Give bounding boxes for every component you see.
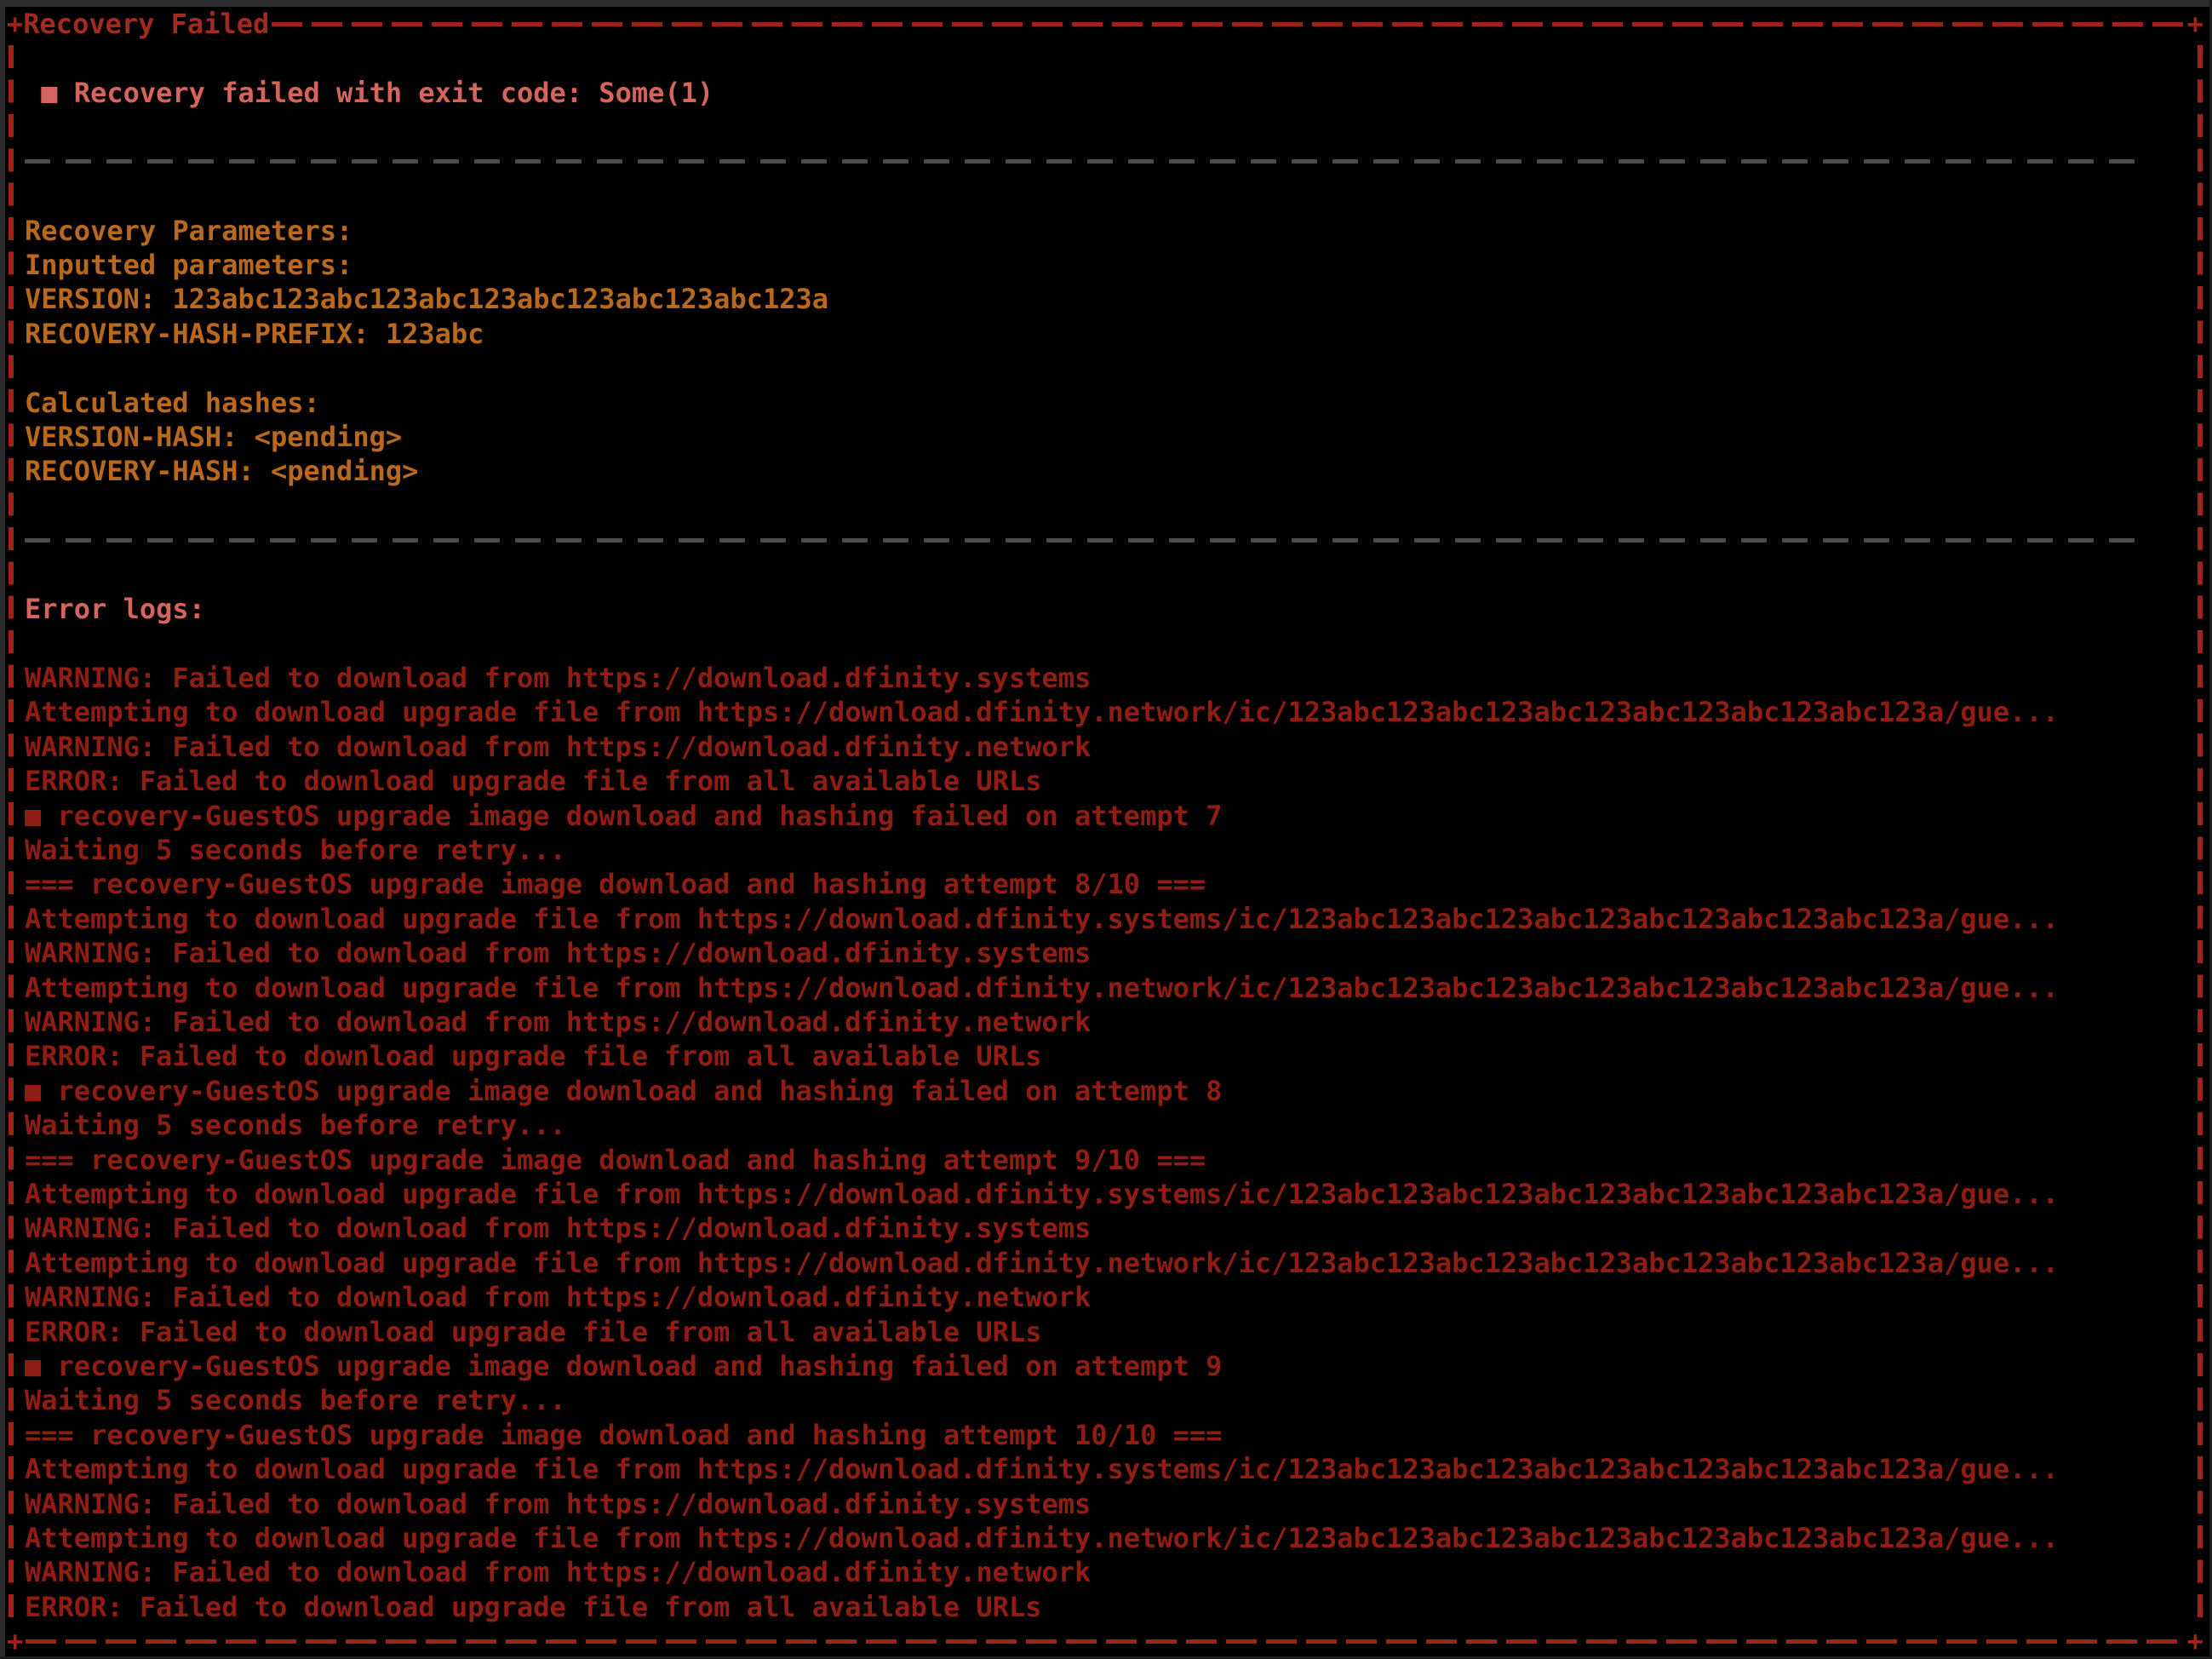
recovery-hash-prefix-line: RECOVERY-HASH-PREFIX: 123abc [5,317,2205,351]
recovery-failed-dialog: +Recovery Failed+ ■ Recovery failed with… [5,7,2205,1657]
blank-line [5,179,2205,213]
log-line: WARNING: Failed to download from https:/… [5,1280,2205,1314]
dialog-top-border: +Recovery Failed+ [5,7,2205,41]
log-line: WARNING: Failed to download from https:/… [5,936,2205,970]
separator-dashes [25,538,2147,542]
failure-message: ■ Recovery failed with exit code: Some(1… [5,76,2205,110]
log-line: Attempting to download upgrade file from… [5,1521,2205,1555]
log-line: ■ recovery-GuestOS upgrade image downloa… [5,798,2205,832]
log-line: Attempting to download upgrade file from… [5,902,2205,936]
log-line: ERROR: Failed to download upgrade file f… [5,1039,2205,1073]
blank-line [5,41,2205,75]
version-hash-line: VERSION-HASH: <pending> [5,420,2205,454]
blank-line [5,110,2205,144]
window-frame-top [0,0,2212,7]
calculated-hashes-heading: Calculated hashes: [5,385,2205,419]
inputted-parameters-heading: Inputted parameters: [5,248,2205,282]
dialog-bottom-border: ++ [5,1624,2205,1658]
log-line: WARNING: Failed to download from https:/… [5,1005,2205,1039]
log-line: ■ recovery-GuestOS upgrade image downloa… [5,1074,2205,1108]
log-line: WARNING: Failed to download from https:/… [5,730,2205,764]
log-line: === recovery-GuestOS upgrade image downl… [5,1142,2205,1176]
dialog-border-right [2198,45,2203,1622]
log-line: === recovery-GuestOS upgrade image downl… [5,867,2205,901]
separator-dashes [25,159,2147,164]
terminal-rows: +Recovery Failed+ ■ Recovery failed with… [5,7,2205,1659]
log-line: WARNING: Failed to download from https:/… [5,1555,2205,1589]
separator-line [5,523,2205,557]
recovery-parameters-heading: Recovery Parameters: [5,213,2205,247]
dialog-corner-top-left: + [7,8,23,40]
blank-line [5,489,2205,523]
log-line: Attempting to download upgrade file from… [5,1246,2205,1280]
log-line: Waiting 5 seconds before retry... [5,1383,2205,1417]
blank-line [5,351,2205,385]
separator-line [5,145,2205,179]
log-line: Attempting to download upgrade file from… [5,970,2205,1004]
log-line: Waiting 5 seconds before retry... [5,1108,2205,1142]
blank-line [5,558,2205,592]
dialog-border-top-dashes [272,22,2184,26]
log-line: Attempting to download upgrade file from… [5,695,2205,729]
log-line: Attempting to download upgrade file from… [5,1452,2205,1486]
error-logs-heading: Error logs: [5,592,2205,626]
log-line: WARNING: Failed to download from https:/… [5,661,2205,695]
dialog-corner-bottom-right: + [2187,1625,2203,1657]
terminal-screen: +Recovery Failed+ ■ Recovery failed with… [0,0,2212,1659]
log-line: ERROR: Failed to download upgrade file f… [5,1314,2205,1348]
log-line: === recovery-GuestOS upgrade image downl… [5,1418,2205,1452]
dialog-border-left [9,45,14,1622]
log-line: WARNING: Failed to download from https:/… [5,1486,2205,1520]
log-line: Waiting 5 seconds before retry... [5,833,2205,867]
log-line: Attempting to download upgrade file from… [5,1177,2205,1211]
dialog-corner-top-right: + [2187,8,2203,40]
dialog-title: Recovery Failed [23,8,269,40]
recovery-hash-line: RECOVERY-HASH: <pending> [5,454,2205,488]
version-line: VERSION: 123abc123abc123abc123abc123abc1… [5,282,2205,316]
dialog-corner-bottom-left: + [7,1625,23,1657]
log-line: ERROR: Failed to download upgrade file f… [5,1590,2205,1624]
log-line: ■ recovery-GuestOS upgrade image downloa… [5,1349,2205,1383]
log-line: WARNING: Failed to download from https:/… [5,1211,2205,1245]
log-line: ERROR: Failed to download upgrade file f… [5,764,2205,798]
dialog-border-bottom-dashes [26,1639,2184,1644]
blank-line [5,626,2205,660]
